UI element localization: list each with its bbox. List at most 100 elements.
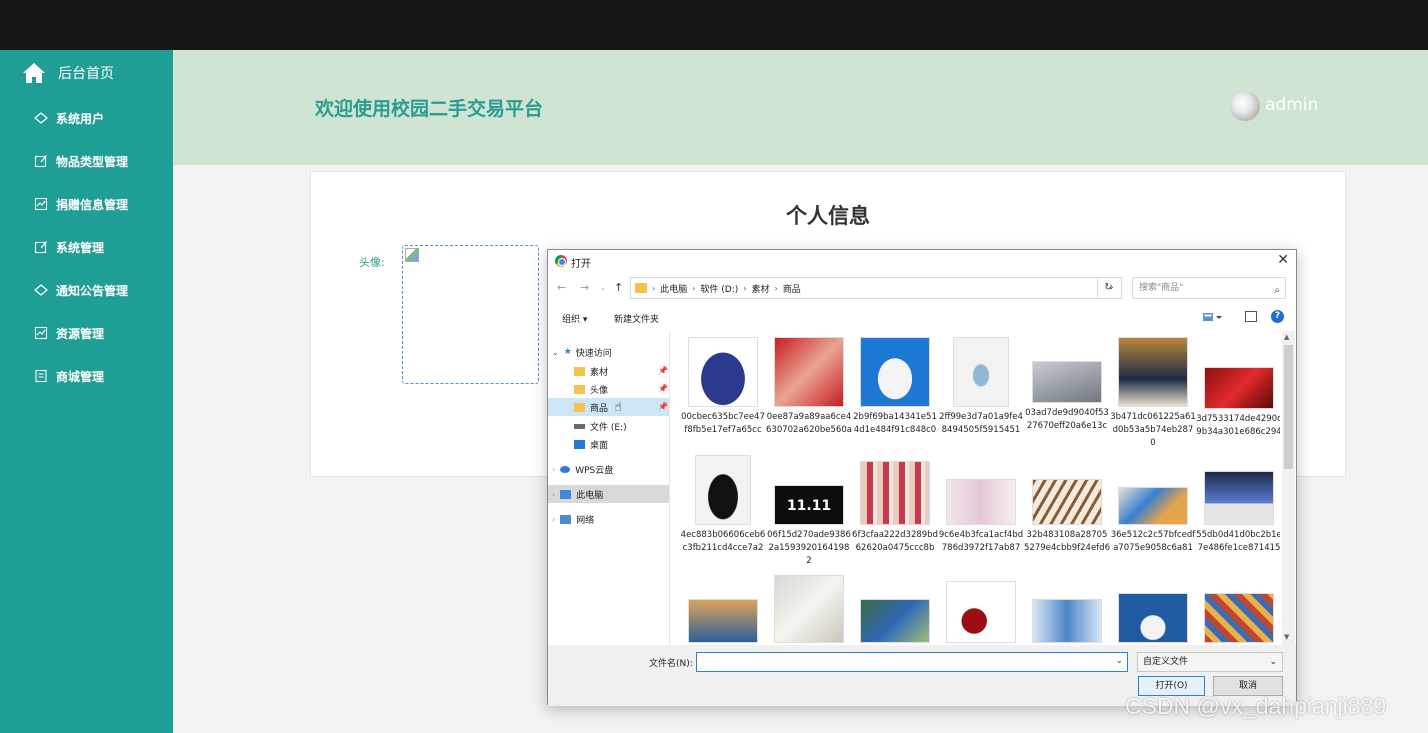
- nav-label: 快速访问: [575, 348, 612, 359]
- scroll-thumb[interactable]: [1284, 345, 1293, 469]
- user-name[interactable]: admin: [1265, 95, 1318, 115]
- file-name: 3b471dc061225a61d0b53a5b74eb2870: [1110, 412, 1196, 448]
- file-item[interactable]: 03ad7de9d9040f5327670eff20a6e13c: [1024, 361, 1110, 433]
- nav-item-touxiang[interactable]: 头像: [574, 380, 668, 398]
- file-name: 06f15d270ade93862a15939201641982: [767, 530, 851, 566]
- nav-item-drive-e[interactable]: 文件 (E:): [574, 417, 668, 435]
- sale-banner-thumbnail: 11.11: [774, 485, 844, 525]
- file-item[interactable]: 32b483108a287055279e4cbb9f24efd6: [1024, 479, 1110, 555]
- filetype-select[interactable]: 自定义文件 ⌄: [1137, 652, 1283, 672]
- boat-thumbnail: [688, 599, 758, 643]
- nav-network[interactable]: › 网络: [552, 510, 668, 528]
- preview-pane-icon[interactable]: [1245, 311, 1257, 322]
- recent-dropdown-icon[interactable]: ⌄: [600, 284, 606, 292]
- diamond-icon: [34, 283, 48, 297]
- file-item[interactable]: [938, 581, 1024, 643]
- file-item[interactable]: 3b471dc061225a61d0b53a5b74eb2870: [1110, 337, 1196, 450]
- watermark: CSDN @vx_dahpianji889: [1125, 693, 1387, 719]
- forward-arrow-icon[interactable]: →: [580, 281, 589, 294]
- tablet-thumbnail: [1118, 487, 1188, 525]
- file-item[interactable]: 0ee87a9a89aa6ce4630702a620be560a: [766, 337, 852, 437]
- breadcrumb-item[interactable]: 商品: [783, 282, 801, 295]
- dialog-toolbar: 组织 ▾ 新建文件夹 ?: [548, 307, 1296, 329]
- sidebar-item-resources[interactable]: 资源管理: [34, 322, 104, 344]
- breadcrumb-item[interactable]: 软件 (D:): [700, 282, 738, 295]
- nav-quick-access[interactable]: ⌄ ★ 快速访问: [552, 343, 668, 361]
- view-options-icon[interactable]: [1203, 311, 1223, 323]
- up-arrow-icon[interactable]: ↑: [614, 281, 623, 294]
- handbag-thumbnail: [688, 337, 758, 407]
- file-name: 2b9f69ba14341e514d1e484f91c848c0: [853, 412, 937, 435]
- close-icon[interactable]: ✕: [1277, 252, 1289, 268]
- file-name: 6f3cfaa222d3289bd62620a0475ccc8b: [852, 530, 938, 553]
- file-item[interactable]: 55db0d41d0bc2b1e7e486fe1ce871415: [1196, 471, 1280, 555]
- nav-item-shangpin[interactable]: 商品 ☝: [548, 398, 669, 416]
- file-item[interactable]: [766, 575, 852, 643]
- help-icon[interactable]: ?: [1271, 310, 1284, 323]
- file-item[interactable]: [1196, 593, 1280, 643]
- file-name: 03ad7de9d9040f5327670eff20a6e13c: [1025, 408, 1109, 431]
- file-item[interactable]: 00cbec635bc7ee47f8fb5e17ef7a65cc: [680, 337, 766, 437]
- avatar[interactable]: [1230, 91, 1260, 121]
- sidebar-item-label: 资源管理: [56, 326, 105, 341]
- header: 欢迎使用校园二手交易平台 admin: [173, 50, 1428, 165]
- sidebar-item-donations[interactable]: 捐赠信息管理: [34, 193, 128, 215]
- navigation-row: ← → ⌄ ↑ › 此电脑 › 软件 (D:) › 素材 › 商品 ⌄ ↻ 搜索…: [548, 277, 1296, 301]
- chart-icon: [34, 197, 48, 211]
- navigation-pane: ⌄ ★ 快速访问 素材 📌 头像 📌 商品 ☝ 📌 文件 (E:) 桌面 › W…: [548, 331, 670, 645]
- back-arrow-icon[interactable]: ←: [557, 281, 566, 294]
- nav-label: 网络: [576, 515, 595, 526]
- file-item[interactable]: 36e512c2c57bfcedfa7075e9058c6a81: [1110, 487, 1196, 555]
- notebook-thumbnail: [774, 575, 844, 643]
- refresh-icon[interactable]: ↻: [1097, 277, 1119, 299]
- file-item[interactable]: 3d7533174de4290c9b34a301e686c294: [1196, 367, 1280, 439]
- filename-input[interactable]: ⌄: [696, 652, 1128, 672]
- chrome-icon: [555, 255, 567, 267]
- snacks-thumbnail: [1204, 593, 1274, 643]
- folder-icon: [635, 283, 647, 293]
- breadcrumb-item[interactable]: 素材: [751, 282, 769, 295]
- file-name: 00cbec635bc7ee47f8fb5e17ef7a65cc: [681, 412, 765, 435]
- drive-icon: [574, 423, 585, 429]
- smartphone-thumbnail: [860, 599, 930, 643]
- breadcrumb-item[interactable]: 此电脑: [660, 282, 687, 295]
- sidebar-item-notices[interactable]: 通知公告管理: [34, 279, 128, 301]
- sidebar-item-item-types[interactable]: 物品类型管理: [34, 150, 128, 172]
- sidebar-item-system-users[interactable]: 系统用户: [34, 107, 104, 129]
- file-item[interactable]: [680, 599, 766, 643]
- cherries-thumbnail: [946, 581, 1016, 643]
- file-item[interactable]: 4ec883b06606ceb6c3fb211cd4cce7a2: [680, 455, 766, 555]
- nail-polish-thumbnail: [774, 337, 844, 407]
- search-placeholder: 搜索"商品": [1139, 283, 1184, 293]
- file-item[interactable]: [1110, 593, 1196, 643]
- search-input[interactable]: 搜索"商品" ⌕: [1132, 277, 1286, 299]
- scroll-down-icon[interactable]: ▼: [1284, 633, 1289, 641]
- cosmetics-thumbnail: [946, 479, 1016, 525]
- scroll-up-icon[interactable]: ▲: [1284, 333, 1289, 341]
- sidebar-item-system-admin[interactable]: 系统管理: [34, 236, 104, 258]
- cloud-icon: [560, 465, 571, 473]
- file-item[interactable]: [1024, 599, 1110, 643]
- sidebar-item-mall[interactable]: 商城管理: [34, 365, 104, 387]
- new-folder-button[interactable]: 新建文件夹: [614, 312, 659, 325]
- file-item[interactable]: 2b9f69ba14341e514d1e484f91c848c0: [852, 337, 938, 437]
- file-list-scrollbar[interactable]: ▲ ▼: [1282, 331, 1295, 645]
- filetype-value: 自定义文件: [1143, 657, 1189, 667]
- file-item[interactable]: 6f3cfaa222d3289bd62620a0475ccc8b: [852, 461, 938, 555]
- nav-item-desktop[interactable]: 桌面: [574, 435, 668, 453]
- chevron-down-icon[interactable]: ⌄: [1115, 656, 1123, 666]
- file-item[interactable]: 2ff99e3d7a01a9fe48494505f5915451: [938, 337, 1024, 437]
- file-item[interactable]: 9c6e4b3fca1acf4bd786d3972f17ab87: [938, 479, 1024, 555]
- file-item[interactable]: [852, 599, 938, 643]
- hand-cursor-icon: ☝: [614, 399, 622, 415]
- file-open-dialog: 打开 ✕ ← → ⌄ ↑ › 此电脑 › 软件 (D:) › 素材 › 商品 ⌄…: [547, 249, 1297, 706]
- nav-item-sucai[interactable]: 素材: [574, 362, 668, 380]
- file-item[interactable]: 11.11 06f15d270ade93862a15939201641982: [766, 485, 852, 568]
- sidebar-item-home[interactable]: 后台首页: [22, 61, 114, 85]
- organize-menu[interactable]: 组织 ▾: [562, 312, 587, 325]
- address-bar[interactable]: › 此电脑 › 软件 (D:) › 素材 › 商品 ⌄: [630, 277, 1122, 299]
- nav-this-pc[interactable]: › 此电脑: [548, 485, 669, 503]
- broken-image-icon: [405, 248, 419, 262]
- avatar-upload[interactable]: [402, 245, 539, 384]
- nav-wps-cloud[interactable]: › WPS云盘: [552, 460, 668, 478]
